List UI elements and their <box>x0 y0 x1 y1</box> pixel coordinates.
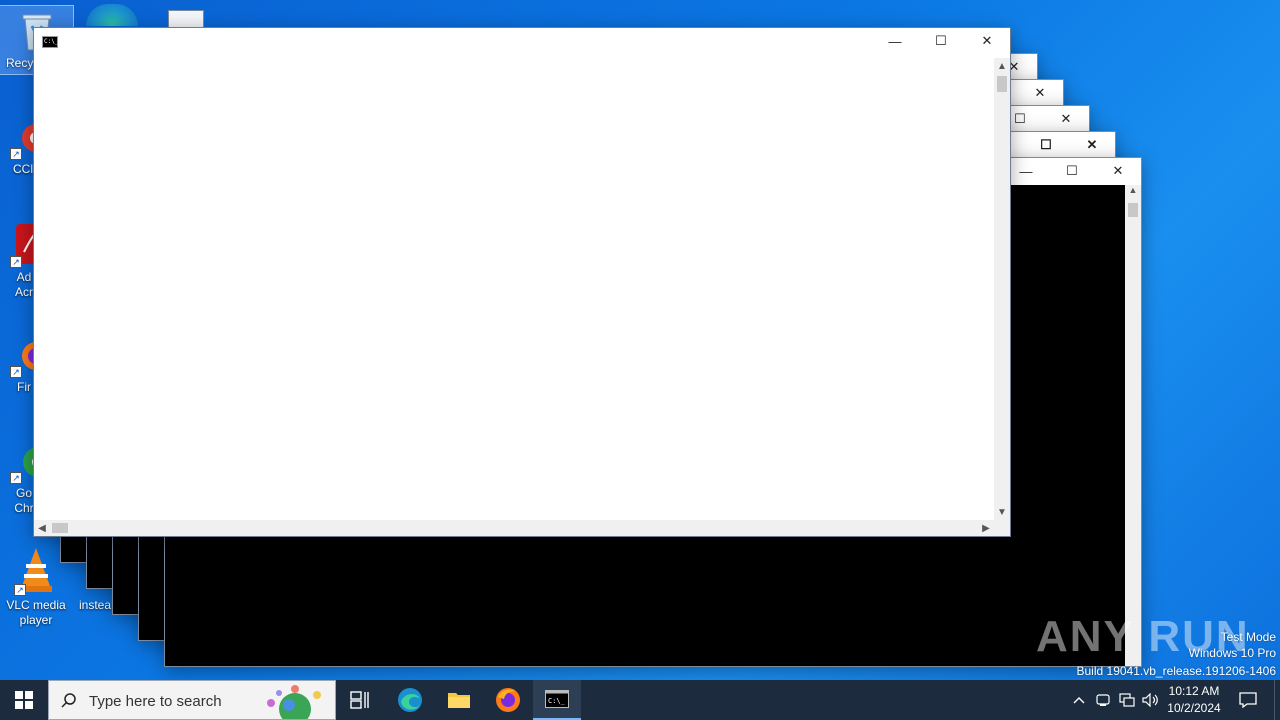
console-area[interactable] <box>34 58 994 520</box>
scroll-up-arrow-icon[interactable]: ▲ <box>994 58 1010 74</box>
taskbar-cmd[interactable]: C:\_ <box>533 680 581 720</box>
scrollbar-corner <box>994 520 1010 536</box>
taskbar-file-explorer[interactable] <box>435 680 483 720</box>
task-view-button[interactable] <box>336 680 384 720</box>
close-button[interactable]: ✕ <box>1043 106 1089 132</box>
close-button[interactable]: ✕ <box>964 28 1010 54</box>
taskbar-search-box[interactable]: Type here to search <box>48 680 336 720</box>
edge-desktop-icon[interactable] <box>86 4 138 26</box>
edge-icon <box>398 688 422 712</box>
vlc-icon: ↗ <box>14 546 56 596</box>
document-desktop-icon[interactable] <box>168 10 204 28</box>
task-view-icon <box>350 691 369 709</box>
test-mode-label: Test Mode <box>1220 630 1276 644</box>
search-icon <box>61 693 76 708</box>
close-button[interactable]: ✕ <box>1069 132 1115 158</box>
taskbar-firefox[interactable] <box>484 680 532 720</box>
taskbar: Type here to search C:\_ 10:12 AM 10/2/2… <box>0 680 1280 720</box>
search-highlight-doodle-icon <box>267 685 321 719</box>
shortcut-arrow-icon: ↗ <box>10 148 22 160</box>
build-label: Build 19041.vb_release.191206-1406 <box>1076 664 1277 678</box>
horizontal-scrollbar[interactable]: ◀ ▶ <box>34 520 994 536</box>
tray-device-icon <box>1096 694 1110 706</box>
chevron-up-icon <box>1073 697 1085 704</box>
desktop-icon-label: VLC media player <box>6 598 66 627</box>
windows-logo-icon <box>15 691 33 709</box>
scroll-down-arrow-icon[interactable]: ▼ <box>994 504 1010 520</box>
close-button[interactable]: ✕ <box>1095 158 1141 184</box>
action-center-button[interactable] <box>1234 680 1262 720</box>
folder-icon <box>448 693 470 708</box>
shortcut-arrow-icon: ↗ <box>10 366 22 378</box>
scroll-left-arrow-icon[interactable]: ◀ <box>34 520 50 536</box>
tray-app-icon[interactable] <box>1092 680 1114 720</box>
cmd-window-main[interactable]: C:\_ — ☐ ✕ ▲ ▼ ◀ ▶ <box>33 27 1011 537</box>
maximize-button[interactable]: ☐ <box>918 28 964 54</box>
desktop-icon-ccleaner[interactable]: ↗ CCl <box>0 118 50 177</box>
taskbar-edge[interactable] <box>386 680 434 720</box>
desktop: Recy ↗ CCl ↗ Ad Acr ↗ Fir ↗ Go Chr ↗ VLC… <box>0 0 1280 680</box>
shortcut-arrow-icon: ↗ <box>10 472 22 484</box>
cmd-icon: C:\_ <box>545 690 569 708</box>
desktop-icon-firefox[interactable]: ↗ Fir <box>0 336 50 395</box>
close-button[interactable]: ✕ <box>1017 80 1063 106</box>
network-icon <box>1119 693 1135 707</box>
scroll-right-arrow-icon[interactable]: ▶ <box>978 520 994 536</box>
windows-edition-label: Windows 10 Pro <box>1188 646 1276 660</box>
firefox-icon <box>496 688 520 712</box>
taskbar-clock[interactable]: 10:12 AM 10/2/2024 <box>1158 683 1230 717</box>
shortcut-arrow-icon: ↗ <box>14 584 26 596</box>
scroll-thumb[interactable] <box>1128 203 1138 217</box>
show-desktop-button[interactable] <box>1274 680 1280 720</box>
minimize-button[interactable]: — <box>872 28 918 54</box>
maximize-button[interactable]: ☐ <box>1023 132 1069 158</box>
vertical-scrollbar[interactable]: ▲ <box>1125 185 1141 666</box>
horizontal-scroll-thumb[interactable] <box>52 523 68 533</box>
notification-icon <box>1239 692 1257 708</box>
scroll-up-arrow-icon[interactable]: ▲ <box>1125 185 1141 201</box>
cmd-icon: C:\_ <box>42 36 58 48</box>
svg-text:C:\_: C:\_ <box>548 697 566 705</box>
desktop-icon-chrome[interactable]: ↗ Go Chr <box>0 438 53 516</box>
show-hidden-icons-button[interactable] <box>1068 680 1090 720</box>
network-button[interactable] <box>1116 680 1138 720</box>
vertical-scroll-thumb[interactable] <box>997 76 1007 92</box>
title-bar[interactable]: C:\_ <box>34 28 1010 54</box>
start-button[interactable] <box>0 680 48 720</box>
clock-time: 10:12 AM <box>1168 684 1220 698</box>
desktop-icon-acrobat[interactable]: ↗ Ad Acr <box>0 222 46 300</box>
search-placeholder: Type here to search <box>89 693 222 710</box>
shortcut-arrow-icon: ↗ <box>10 256 22 268</box>
maximize-button[interactable]: ☐ <box>1049 158 1095 184</box>
clock-date: 10/2/2024 <box>1167 701 1221 715</box>
vertical-scrollbar[interactable]: ▲ ▼ <box>994 58 1010 520</box>
